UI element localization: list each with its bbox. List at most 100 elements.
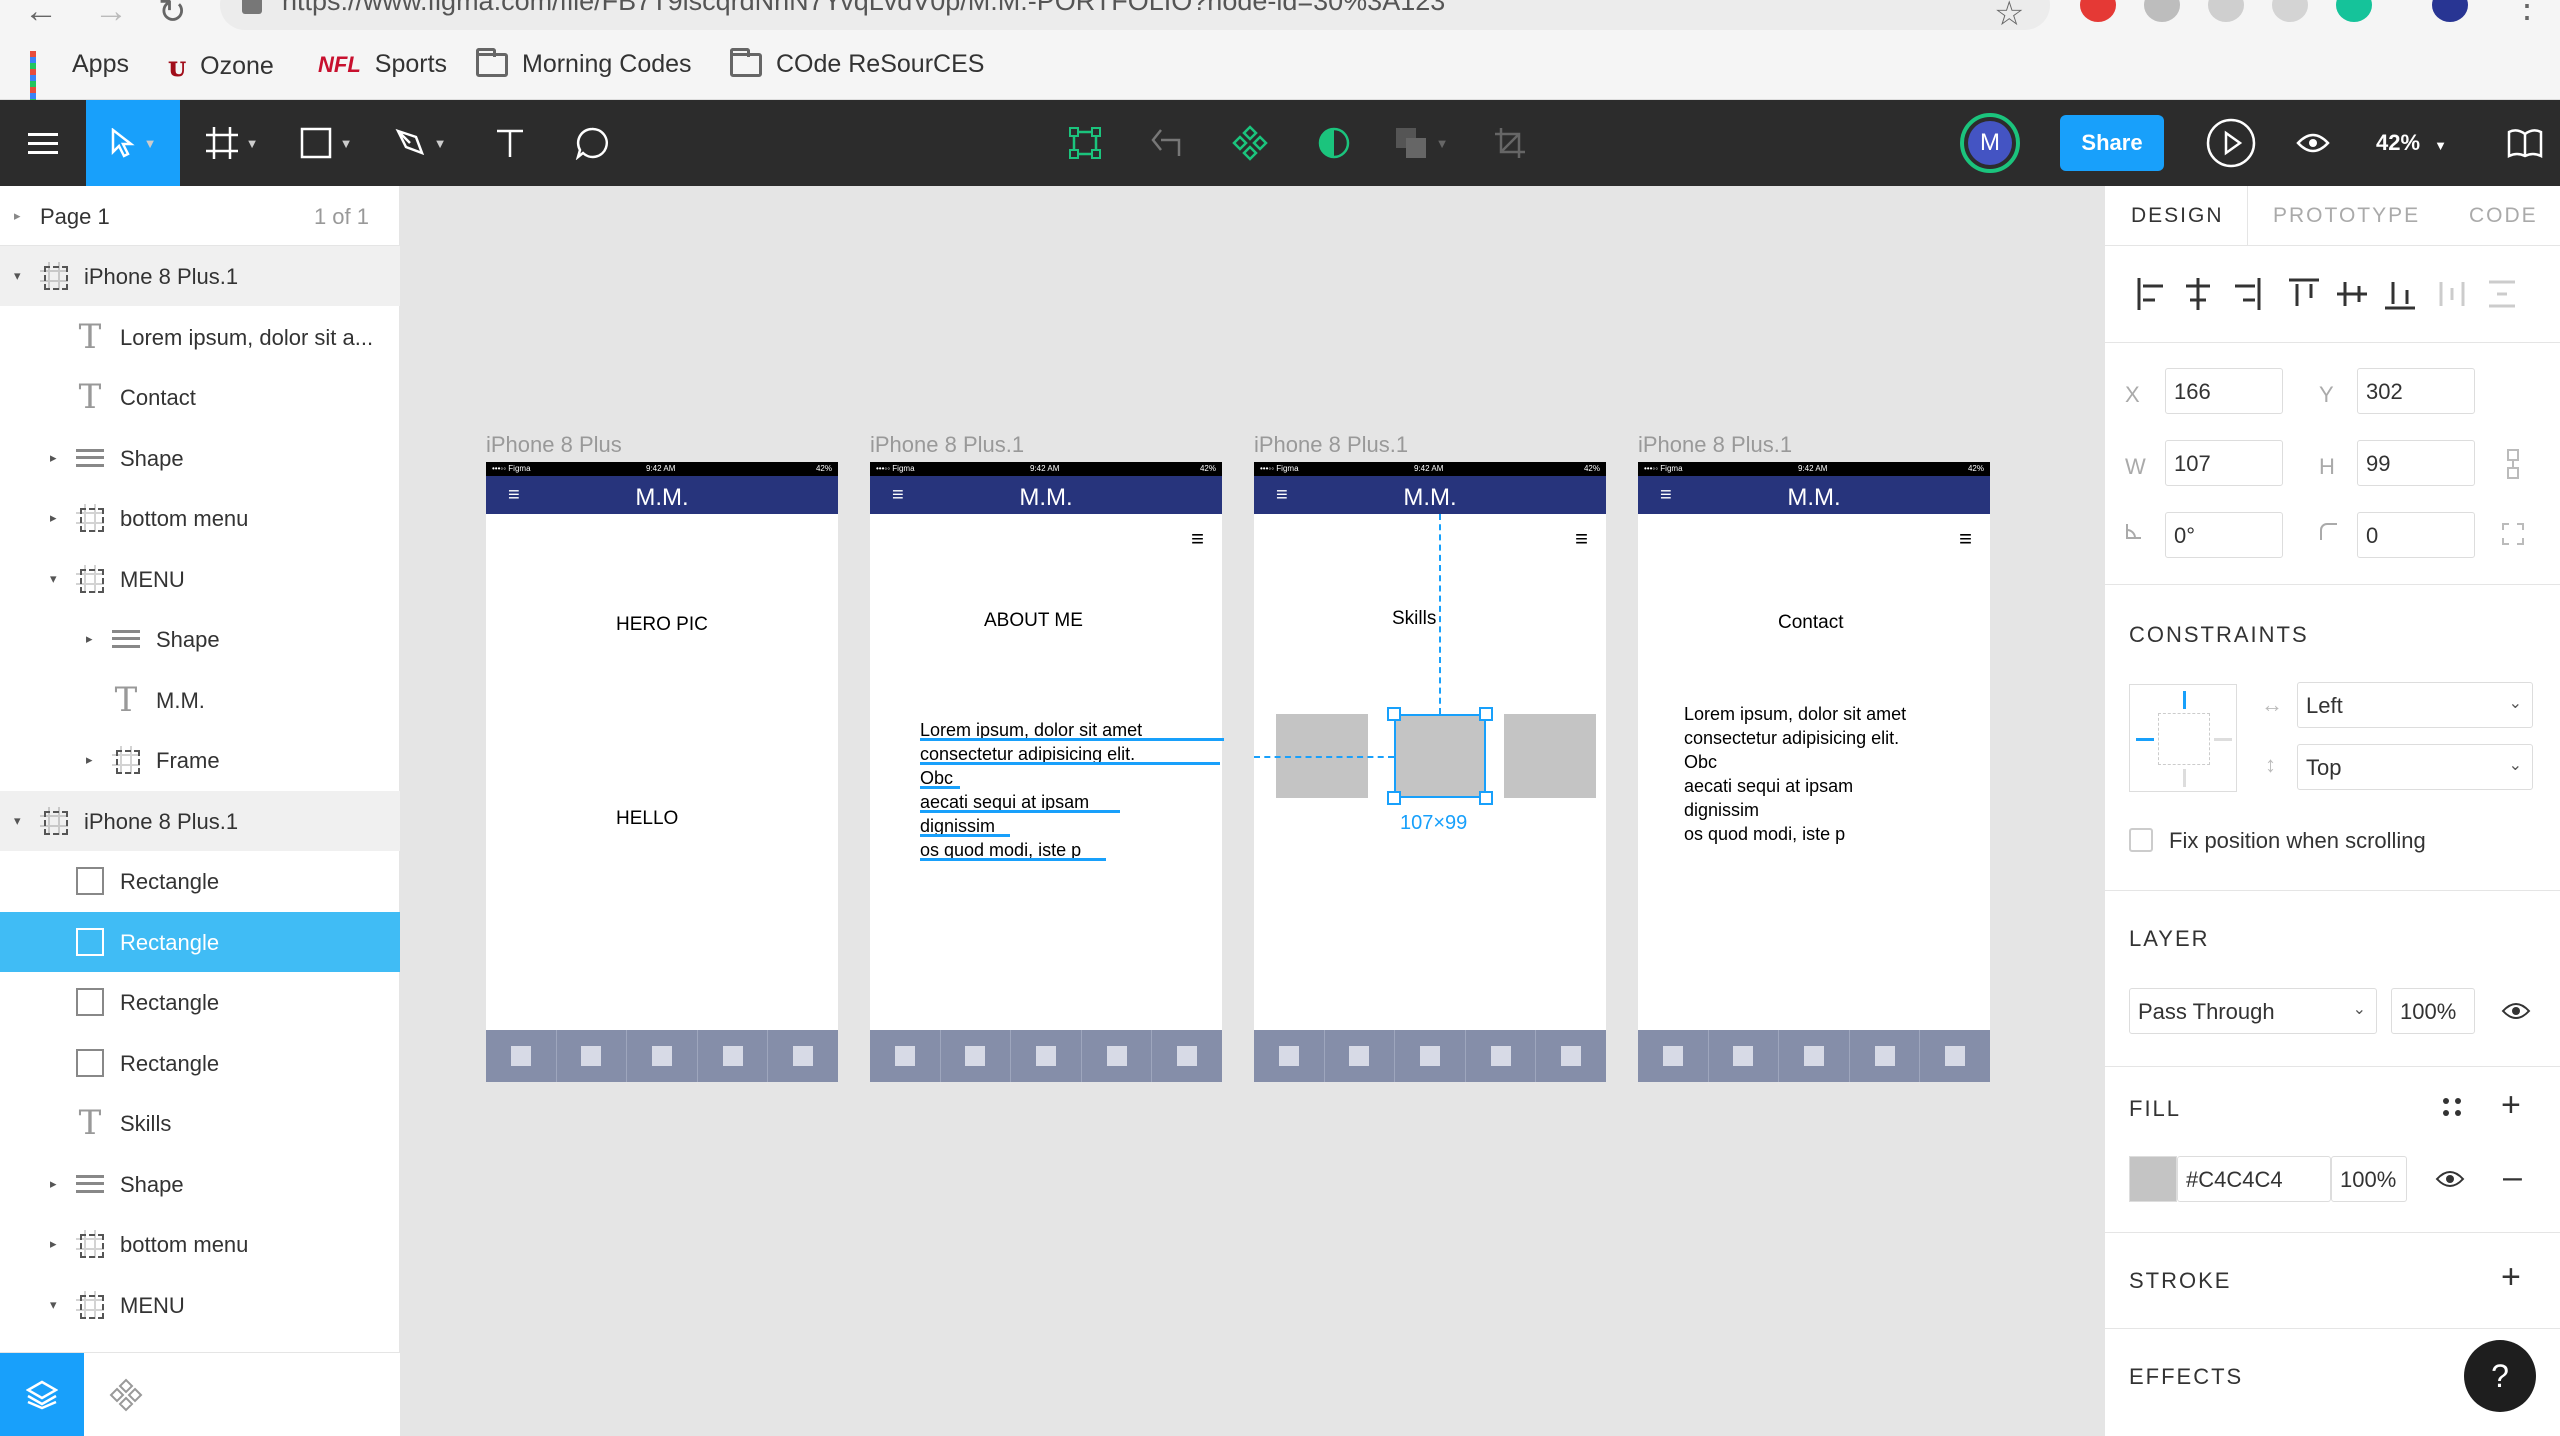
share-button[interactable]: Share: [2060, 115, 2164, 171]
layer-row[interactable]: ▾ MENU: [0, 549, 400, 609]
address-bar[interactable]: https://www.figma.com/file/FB7T9lscqrdNh…: [220, 0, 2050, 30]
fill-color-swatch[interactable]: [2129, 1156, 2177, 1202]
library-button[interactable]: [2490, 100, 2560, 186]
layer-row[interactable]: ▾ iPhone 8 Plus.1: [0, 246, 400, 306]
layer-row[interactable]: T Lorem ipsum, dolor sit a...: [0, 307, 400, 367]
profile-icon[interactable]: [2432, 0, 2468, 22]
align-left-icon[interactable]: [2135, 274, 2169, 314]
layer-opacity-field[interactable]: 100%: [2391, 988, 2475, 1034]
add-fill-icon[interactable]: +: [2501, 1088, 2521, 1122]
cloud-icon[interactable]: [2144, 0, 2180, 22]
crop-button[interactable]: [1470, 100, 1550, 186]
chevron-down-icon[interactable]: ▾: [14, 813, 21, 829]
tab-code[interactable]: CODE: [2469, 204, 2538, 228]
distribute-horizontal-icon[interactable]: [2435, 274, 2469, 314]
align-right-icon[interactable]: [2229, 274, 2263, 314]
zoom-dropdown[interactable]: 42% ▼: [2376, 130, 2447, 156]
resize-handle[interactable]: [1387, 707, 1401, 721]
main-menu-button[interactable]: [0, 100, 86, 186]
edit-object-button[interactable]: [1040, 100, 1130, 186]
phone-frame-about[interactable]: •••◦◦ Figma 9:42 AM 42% ≡ M.M. ≡ ABOUT ME L…: [870, 462, 1224, 1082]
adblock-icon[interactable]: [2080, 0, 2116, 22]
bookmark-star-icon[interactable]: ☆: [1994, 0, 2024, 34]
fill-hex-field[interactable]: #C4C4C4: [2177, 1156, 2331, 1202]
tab-prototype[interactable]: PROTOTYPE: [2273, 204, 2420, 228]
chevron-right-icon[interactable]: ▸: [86, 631, 93, 647]
layer-row[interactable]: Rectangle: [0, 911, 400, 972]
layer-row[interactable]: T M.M.: [0, 670, 400, 730]
style-grid-icon[interactable]: [2441, 1096, 2463, 1118]
phone-frame-home[interactable]: •••◦◦ Figma 9:42 AM 42% ≡ M.M. HERO PIC HEL…: [486, 462, 838, 1082]
frame-label[interactable]: iPhone 8 Plus: [486, 432, 622, 458]
chevron-right-icon[interactable]: ▸: [50, 450, 57, 466]
height-field[interactable]: 99: [2357, 440, 2475, 486]
constrain-proportions-icon[interactable]: [2503, 448, 2523, 480]
text-tool-button[interactable]: [472, 100, 548, 186]
skill-rectangle[interactable]: [1504, 714, 1596, 798]
comment-tool-button[interactable]: [554, 100, 630, 186]
constraint-widget[interactable]: [2129, 684, 2237, 792]
layer-row[interactable]: Rectangle: [0, 1033, 400, 1093]
chevron-down-icon[interactable]: ▾: [50, 1297, 57, 1313]
layer-row[interactable]: T Skills: [0, 1093, 400, 1153]
frame-label[interactable]: iPhone 8 Plus.1: [1254, 432, 1408, 458]
align-top-icon[interactable]: [2287, 274, 2321, 314]
grammarly-icon[interactable]: [2336, 0, 2372, 22]
corner-radius-field[interactable]: 0: [2357, 512, 2475, 558]
bookmark-morning-codes[interactable]: Morning Codes: [476, 47, 692, 79]
fix-position-checkbox[interactable]: [2129, 828, 2153, 852]
distribute-vertical-icon[interactable]: [2485, 274, 2519, 314]
frame-tool-button[interactable]: ▼: [190, 100, 274, 186]
view-button[interactable]: [2280, 100, 2346, 186]
resize-handle[interactable]: [1479, 791, 1493, 805]
bookmark-apps[interactable]: Apps: [30, 50, 129, 105]
layer-row[interactable]: ▸ bottom menu: [0, 488, 400, 548]
phone-frame-contact[interactable]: •••◦◦ Figma 9:42 AM 42% ≡ M.M. ≡ Contact Lo…: [1638, 462, 1990, 1082]
tab-design[interactable]: DESIGN: [2131, 204, 2224, 228]
assets-tab-button[interactable]: [84, 1353, 168, 1436]
back-arrow-icon[interactable]: ←: [24, 0, 58, 31]
layer-row[interactable]: Rectangle: [0, 972, 400, 1032]
present-button[interactable]: [2196, 100, 2266, 186]
bookmark-sports[interactable]: NFL Sports: [318, 50, 447, 79]
help-button[interactable]: ?: [2464, 1340, 2536, 1412]
add-stroke-icon[interactable]: +: [2501, 1260, 2521, 1294]
chevron-right-icon[interactable]: ▸: [50, 510, 57, 526]
layer-row[interactable]: ▸ Shape: [0, 609, 400, 669]
move-tool-button[interactable]: ▼: [86, 100, 180, 186]
chevron-down-icon[interactable]: ▾: [50, 571, 57, 587]
vertical-constraint-dropdown[interactable]: Top ⌄: [2297, 744, 2533, 790]
layer-row[interactable]: ▾ iPhone 8 Plus.1: [0, 790, 400, 851]
screen-icon[interactable]: [2272, 0, 2308, 22]
constraint-left-line[interactable]: [2136, 738, 2154, 741]
phone-frame-skills[interactable]: •••◦◦ Figma 9:42 AM 42% ≡ M.M. ≡ Skills 107…: [1254, 462, 1606, 1082]
layer-row[interactable]: ▸ Shape: [0, 428, 400, 488]
create-component-button[interactable]: [1124, 100, 1208, 186]
align-horizontal-center-icon[interactable]: [2181, 274, 2215, 314]
selection-box[interactable]: [1394, 714, 1486, 798]
mask-button[interactable]: [1292, 100, 1376, 186]
blend-mode-dropdown[interactable]: Pass Through ⌄: [2129, 988, 2377, 1034]
rotation-field[interactable]: 0°: [2165, 512, 2283, 558]
eye-icon[interactable]: [2501, 1000, 2531, 1022]
width-field[interactable]: 107: [2165, 440, 2283, 486]
chevron-right-icon[interactable]: ▸: [86, 752, 93, 768]
reload-icon[interactable]: ↻: [158, 0, 187, 32]
canvas[interactable]: iPhone 8 Plus •••◦◦ Figma 9:42 AM 42% ≡ M.M…: [400, 186, 2104, 1436]
constraint-bottom-line[interactable]: [2183, 769, 2186, 787]
layer-row[interactable]: Rectangle: [0, 851, 400, 911]
frame-label[interactable]: iPhone 8 Plus.1: [870, 432, 1024, 458]
layer-row[interactable]: T Contact: [0, 367, 400, 427]
resize-handle[interactable]: [1387, 791, 1401, 805]
layers-tab-button[interactable]: [0, 1353, 84, 1436]
bookmark-ozone[interactable]: ᴜ Ozone: [168, 50, 274, 83]
fill-opacity-field[interactable]: 100%: [2331, 1156, 2407, 1202]
boolean-button[interactable]: ▼: [1376, 100, 1466, 186]
bookmark-code-resources[interactable]: COde ReSourCES: [730, 47, 984, 79]
independent-corners-icon[interactable]: [2501, 522, 2525, 546]
chrome-menu-icon[interactable]: ⋮: [2510, 0, 2544, 26]
page-selector[interactable]: ▸ Page 1 1 of 1: [0, 186, 399, 246]
remove-fill-icon[interactable]: –: [2503, 1160, 2522, 1194]
align-vertical-center-icon[interactable]: [2335, 274, 2369, 314]
translate-icon[interactable]: [2208, 0, 2244, 22]
